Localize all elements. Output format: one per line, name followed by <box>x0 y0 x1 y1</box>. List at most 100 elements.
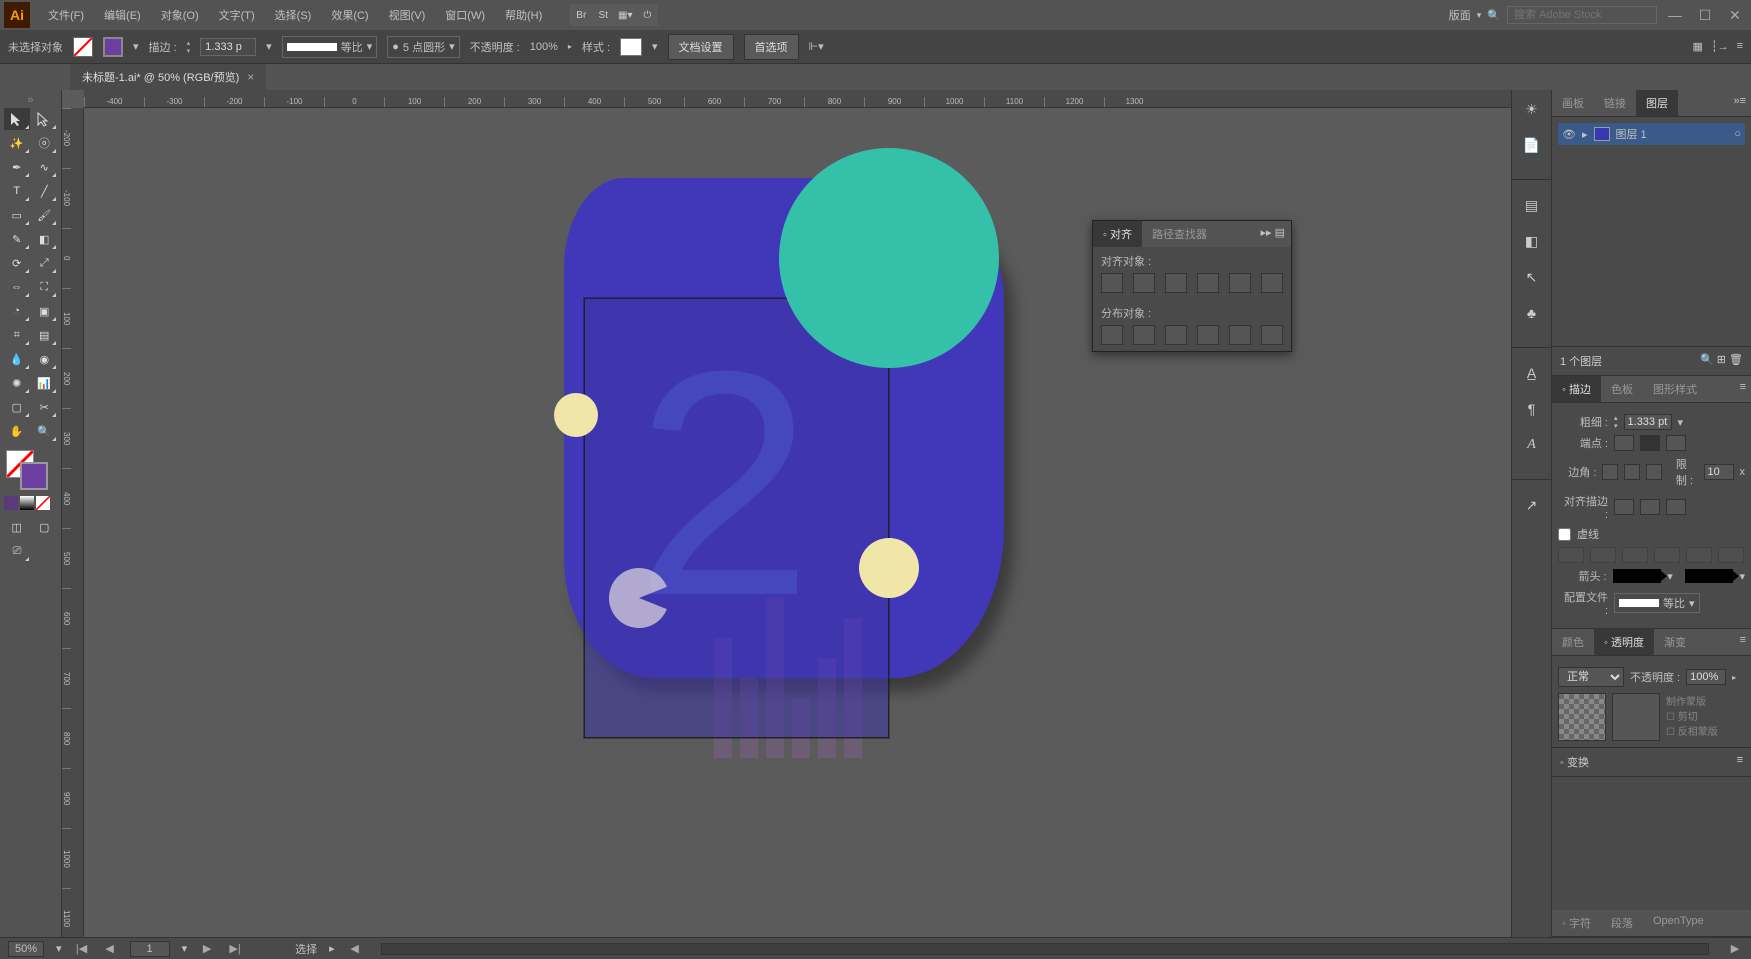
dist-hcenter[interactable] <box>1229 325 1251 345</box>
zoom-level[interactable]: 50% <box>8 941 44 957</box>
type-tool[interactable]: T <box>4 180 30 202</box>
eraser-tool[interactable]: ◧ <box>32 228 58 250</box>
panel-menu-icon[interactable]: ▤ <box>1275 227 1285 239</box>
panel-icon-2[interactable]: ◧ <box>1521 230 1543 252</box>
hand-tool[interactable]: ✋ <box>4 420 30 442</box>
artboard-tool[interactable]: ▢ <box>4 396 30 418</box>
align-right[interactable] <box>1165 273 1187 293</box>
mini-swatch-2[interactable] <box>20 496 34 510</box>
brush-tool[interactable]: 🖌 <box>32 204 58 226</box>
cursor-icon[interactable]: ↖ <box>1521 266 1543 288</box>
artboard-1[interactable]: 2 <box>584 298 889 738</box>
dist-right[interactable] <box>1261 325 1283 345</box>
style-dropdown[interactable] <box>620 38 642 56</box>
tab-pathfinder[interactable]: 路径查找器 <box>1142 221 1217 247</box>
zoom-tool[interactable]: 🔍 <box>32 420 58 442</box>
menu-window[interactable]: 窗口(W) <box>437 2 493 28</box>
menu-type[interactable]: 文字(T) <box>211 2 263 28</box>
char-icon[interactable]: A̲ <box>1521 362 1543 384</box>
doc-tab[interactable]: 未标题-1.ai* @ 50% (RGB/预览) × <box>70 64 266 90</box>
draw-mode[interactable]: ◫ <box>4 516 30 538</box>
stroke-weight-field[interactable] <box>1624 414 1672 430</box>
shape-circle-yellow-small[interactable] <box>554 393 598 437</box>
first-artboard[interactable]: |◀ <box>74 942 90 955</box>
shaper-tool[interactable]: ✎ <box>4 228 30 250</box>
ctrl-icon-1[interactable]: ▦ <box>1693 40 1703 53</box>
tab-swatches[interactable]: 色板 <box>1601 376 1643 402</box>
screen-mode[interactable]: ▢ <box>32 516 58 538</box>
layer-name[interactable]: 图层 1 <box>1616 126 1647 142</box>
rotate-tool[interactable]: ⟳ <box>4 252 30 274</box>
mini-swatch-1[interactable] <box>4 496 18 510</box>
menu-object[interactable]: 对象(O) <box>153 2 207 28</box>
blend-tool[interactable]: ◉ <box>32 348 58 370</box>
tab-layers[interactable]: 图层 <box>1636 90 1678 116</box>
scale-tool[interactable]: ⤢ <box>32 252 58 274</box>
dashed-checkbox[interactable] <box>1558 528 1571 541</box>
tab-gradient[interactable]: 渐变 <box>1654 629 1696 655</box>
fill-swatch[interactable] <box>73 37 93 57</box>
stroke-profile[interactable]: 等比▾ <box>282 36 378 58</box>
graph-tool[interactable]: 📊 <box>32 372 58 394</box>
sun-icon[interactable]: ☀ <box>1521 98 1543 120</box>
dist-top[interactable] <box>1101 325 1123 345</box>
opacity-value[interactable]: 100% <box>530 41 558 53</box>
panel-icon-1[interactable]: ▤ <box>1521 194 1543 216</box>
tab-artboards[interactable]: 画板 <box>1552 90 1594 116</box>
export-icon[interactable]: ↗ <box>1521 494 1543 516</box>
shape-circle-teal[interactable] <box>779 148 999 368</box>
ctrl-icon-2[interactable]: ┆→ <box>1711 40 1729 53</box>
cap-butt[interactable] <box>1614 435 1634 451</box>
artboard-number[interactable]: 1 <box>130 941 170 957</box>
direct-select-tool[interactable] <box>32 108 58 130</box>
panel-collapse-icon[interactable]: ▸▸ <box>1260 227 1271 239</box>
brush-def[interactable]: ●5 点圆形▾ <box>387 36 459 58</box>
rectangle-tool[interactable]: ▭ <box>4 204 30 226</box>
align-bottom[interactable] <box>1261 273 1283 293</box>
fill-stroke-swatches[interactable] <box>4 450 57 490</box>
gpu-icon[interactable]: ⏻ <box>636 4 658 26</box>
tab-graphic-styles[interactable]: 图形样式 <box>1643 376 1707 402</box>
canvas[interactable]: -400-300-200-100010020030040050060070080… <box>62 90 1511 937</box>
align-hcenter[interactable] <box>1133 273 1155 293</box>
align-stroke-inside[interactable] <box>1640 499 1660 515</box>
pen-tool[interactable]: ✒ <box>4 156 30 178</box>
eyedropper-tool[interactable]: 💧 <box>4 348 30 370</box>
ctrl-icon-3[interactable]: ≡ <box>1737 40 1743 53</box>
mesh-tool[interactable]: ⌗ <box>4 324 30 346</box>
menu-help[interactable]: 帮助(H) <box>497 2 550 28</box>
screen-toggle[interactable]: ⎚ <box>4 540 30 562</box>
selection-tool[interactable] <box>4 108 30 130</box>
magic-wand-tool[interactable]: ✨ <box>4 132 30 154</box>
tab-stroke[interactable]: ◦ 描边 <box>1552 376 1601 402</box>
align-vcenter[interactable] <box>1229 273 1251 293</box>
tab-color[interactable]: 颜色 <box>1552 629 1594 655</box>
minimize-button[interactable]: — <box>1663 6 1687 24</box>
slice-tool[interactable]: ✂ <box>32 396 58 418</box>
perspective-tool[interactable]: ▣ <box>32 300 58 322</box>
maximize-button[interactable]: ☐ <box>1693 6 1717 24</box>
stroke-swatch[interactable] <box>103 37 123 57</box>
free-transform-tool[interactable]: ⛶ <box>32 276 58 298</box>
stroke-weight-input[interactable] <box>200 38 256 56</box>
tab-transparency[interactable]: ◦ 透明度 <box>1594 629 1654 655</box>
symbol-spray-tool[interactable]: ✺ <box>4 372 30 394</box>
align-stroke-center[interactable] <box>1614 499 1634 515</box>
join-bevel[interactable] <box>1646 464 1662 480</box>
miter-limit-input[interactable] <box>1704 464 1734 480</box>
join-miter[interactable] <box>1602 464 1618 480</box>
mini-swatch-3[interactable] <box>36 496 50 510</box>
arrow-end[interactable] <box>1685 569 1734 583</box>
visibility-icon[interactable]: 👁 <box>1562 128 1576 141</box>
tab-char[interactable]: ◦ 字符 <box>1552 910 1601 936</box>
tab-links[interactable]: 链接 <box>1594 90 1636 116</box>
transform-header[interactable]: ◦ 变换≡ <box>1552 748 1751 777</box>
align-left[interactable] <box>1101 273 1123 293</box>
shapes-icon[interactable]: ♣ <box>1521 302 1543 324</box>
dist-left[interactable] <box>1197 325 1219 345</box>
menu-edit[interactable]: 编辑(E) <box>96 2 149 28</box>
stroke-profile-select[interactable]: 等比▾ <box>1614 593 1700 613</box>
workspace-switcher[interactable]: 版面 <box>1449 7 1471 23</box>
cap-round[interactable] <box>1640 435 1660 451</box>
width-tool[interactable]: ⇔ <box>4 276 30 298</box>
